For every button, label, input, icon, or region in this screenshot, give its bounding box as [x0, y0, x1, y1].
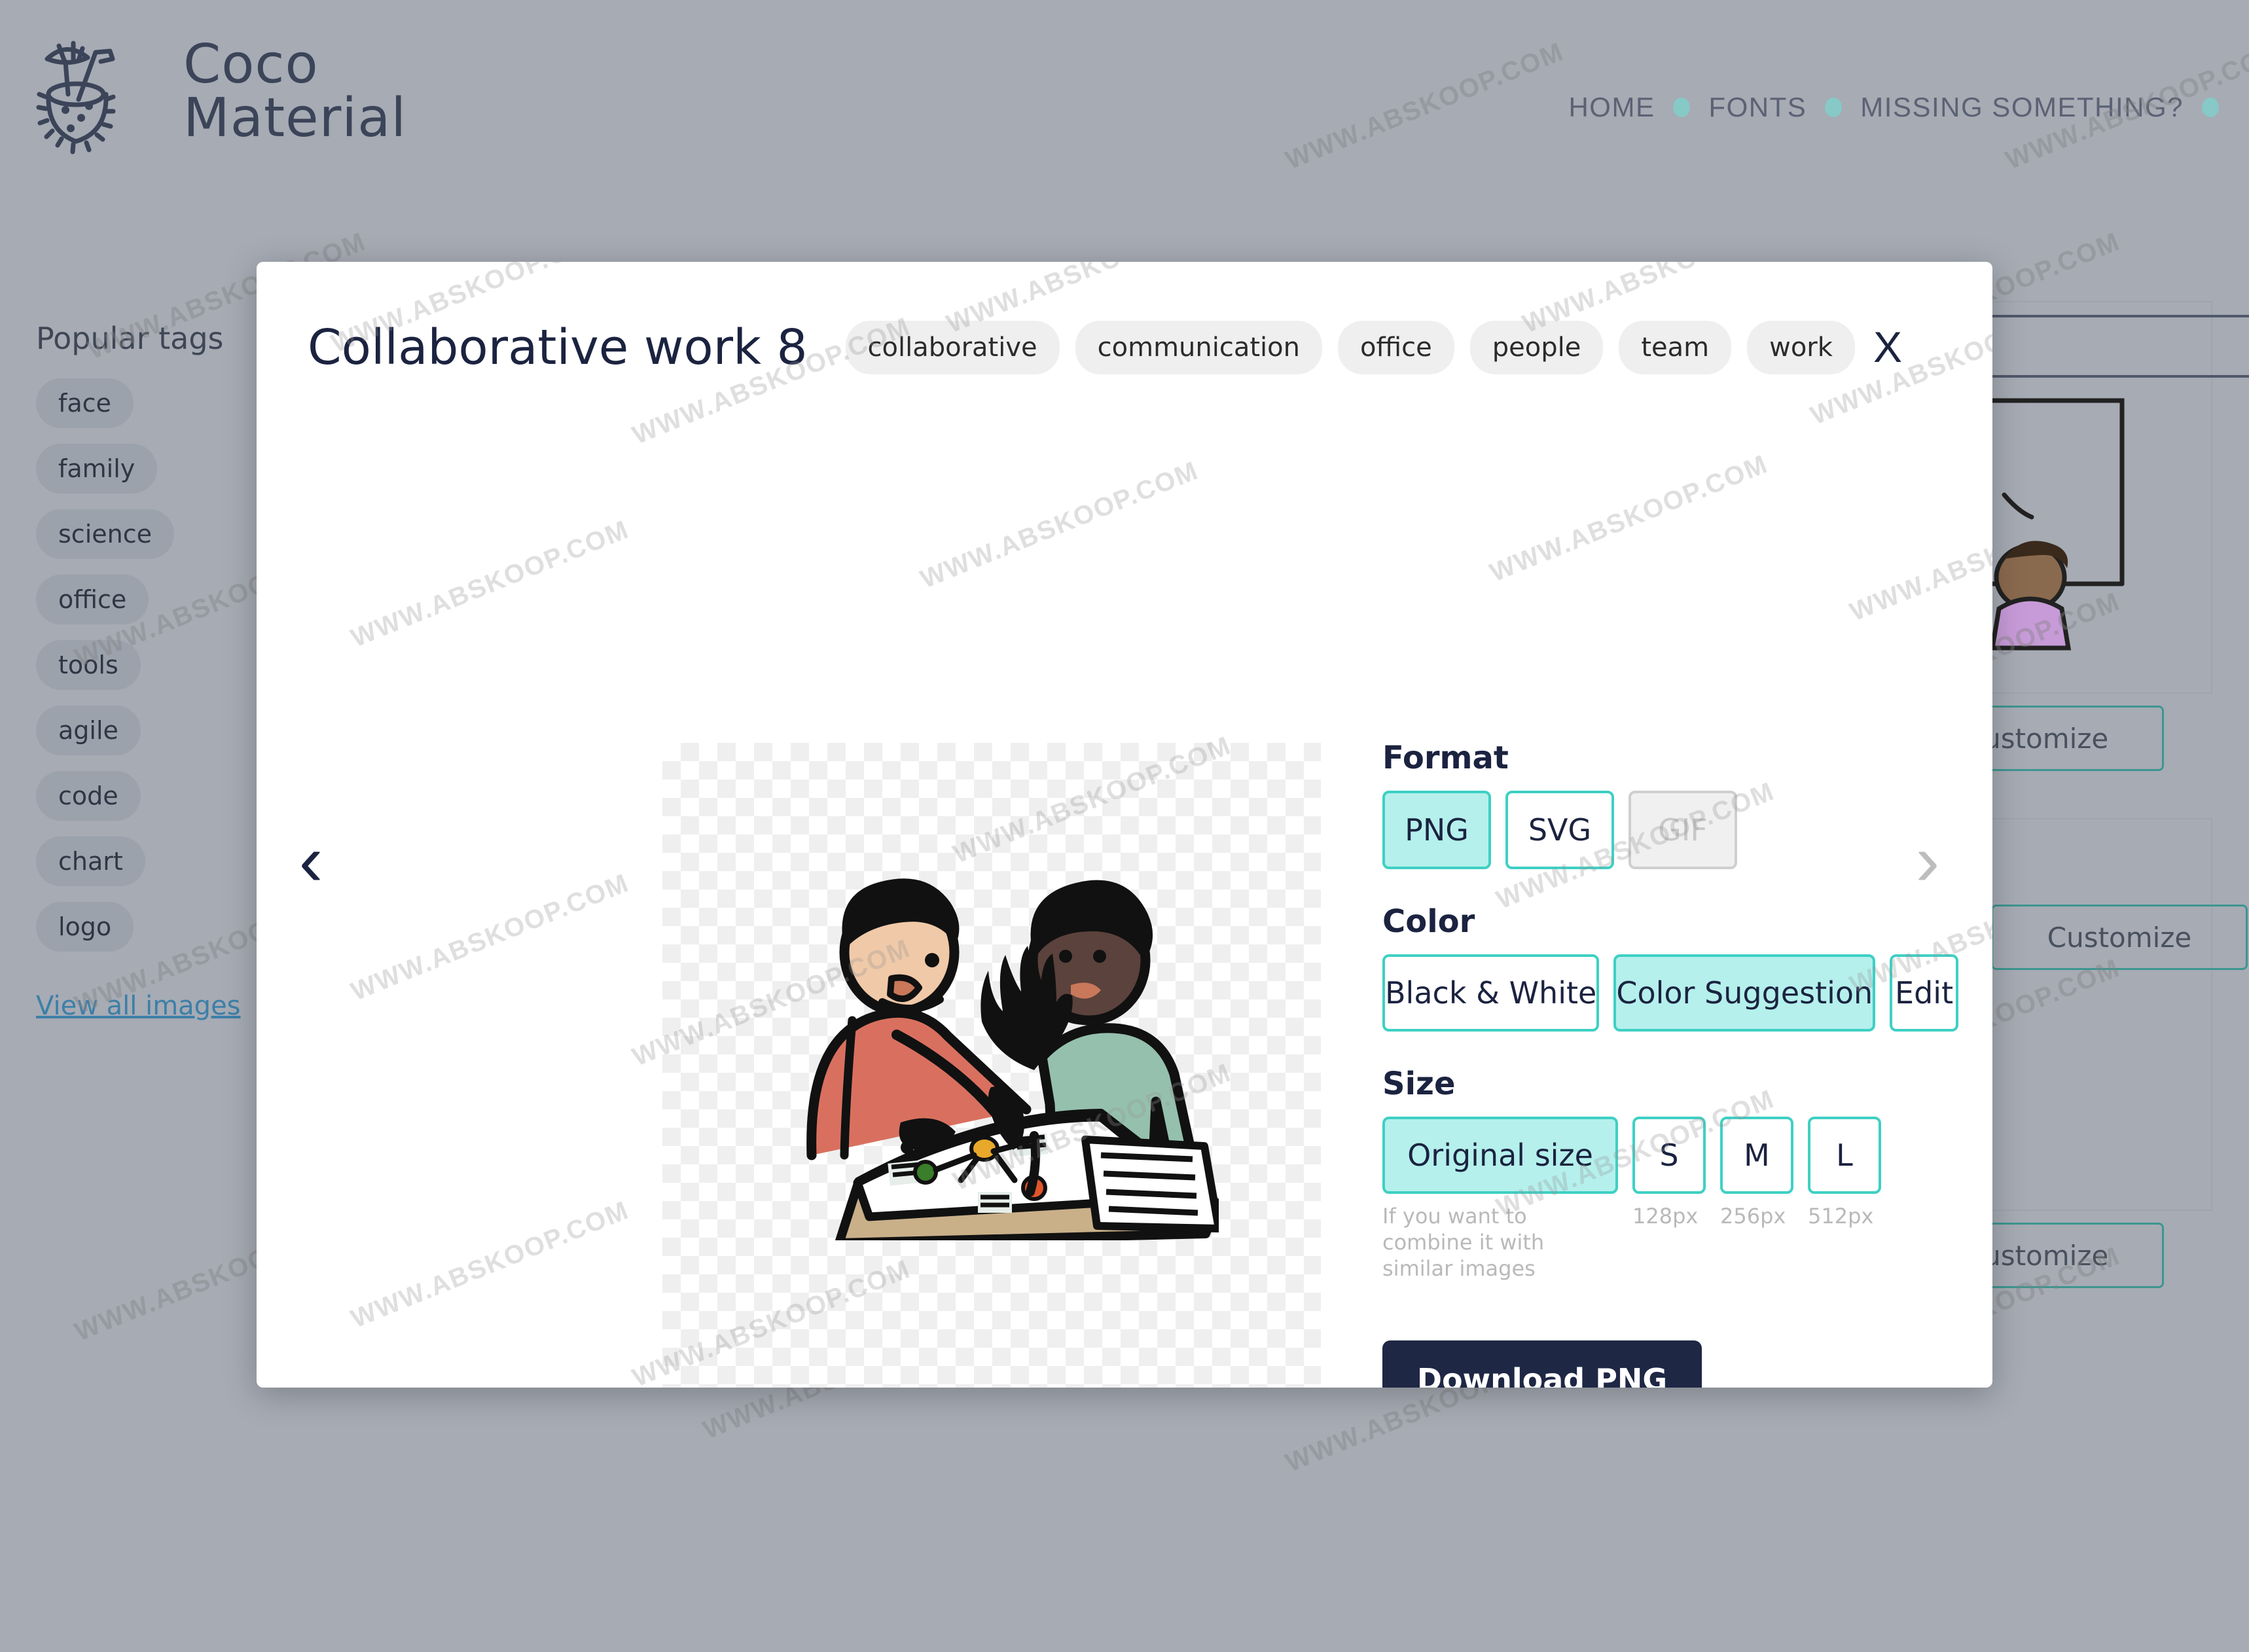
sidebar-tag-office[interactable]: office: [36, 575, 149, 624]
nav-item-missing-something[interactable]: MISSING SOMETHING?: [1846, 92, 2198, 123]
sidebar-tag-item[interactable]: science: [36, 509, 285, 575]
popular-tags-sidebar: Popular tags face family science office …: [36, 321, 285, 1021]
sidebar-tag-chart[interactable]: chart: [36, 836, 145, 886]
modal-tag-collaborative[interactable]: collaborative: [845, 321, 1060, 374]
download-options-panel: Format PNG SVG GIF Color Black & White C…: [1382, 740, 1958, 1388]
sidebar-tag-tools[interactable]: tools: [36, 640, 141, 690]
nav-item-fonts[interactable]: FONTS: [1694, 92, 1821, 123]
brand-logo-link[interactable]: Coco Material: [33, 26, 406, 157]
size-hint-row: If you want to combine it with similar i…: [1382, 1203, 1958, 1282]
format-option-png[interactable]: PNG: [1382, 791, 1491, 869]
color-section-label: Color: [1382, 903, 1475, 940]
image-preview-panel: [662, 743, 1321, 1388]
sidebar-tag-item[interactable]: tools: [36, 640, 285, 706]
format-section-label: Format: [1382, 740, 1509, 776]
format-option-svg[interactable]: SVG: [1505, 791, 1614, 869]
brand-line-1: Coco: [183, 33, 319, 96]
download-png-button[interactable]: Download PNG: [1382, 1340, 1702, 1388]
previous-image-arrow-icon[interactable]: ‹: [275, 821, 347, 900]
sidebar-tag-code[interactable]: code: [36, 771, 141, 821]
collaborative-work-illustration: [761, 874, 1219, 1240]
main-nav: HOME FONTS MISSING SOMETHING?: [1554, 92, 2223, 123]
sidebar-tag-item[interactable]: agile: [36, 706, 285, 771]
size-option-l[interactable]: L: [1808, 1117, 1881, 1194]
size-option-m[interactable]: M: [1720, 1117, 1793, 1194]
sidebar-tag-logo[interactable]: logo: [36, 902, 134, 952]
sidebar-tag-item[interactable]: face: [36, 378, 285, 444]
modal-tag-team[interactable]: team: [1619, 321, 1732, 374]
view-all-images-link[interactable]: View all images: [36, 991, 241, 1021]
modal-tag-work[interactable]: work: [1747, 321, 1855, 374]
size-option-original[interactable]: Original size: [1382, 1117, 1618, 1194]
sidebar-tag-agile[interactable]: agile: [36, 706, 141, 755]
watermark: WWW.ABSKOOP.COM: [1846, 488, 1992, 627]
sidebar-tag-item[interactable]: office: [36, 575, 285, 640]
sidebar-tag-item[interactable]: family: [36, 444, 285, 509]
page-root: Coco Material HOME FONTS MISSING SOMETHI…: [0, 0, 2249, 1652]
nav-separator-dot-icon: [1825, 98, 1843, 117]
size-option-s[interactable]: S: [1632, 1117, 1706, 1194]
size-hint-s: 128px: [1632, 1204, 1699, 1229]
card-customize-button[interactable]: Customize: [1991, 905, 2248, 970]
sidebar-tag-family[interactable]: family: [36, 444, 158, 494]
size-hint-m: 256px: [1720, 1204, 1786, 1229]
sidebar-tag-item[interactable]: chart: [36, 836, 285, 902]
format-option-group: PNG SVG GIF: [1382, 791, 1958, 869]
modal-tag-communication[interactable]: communication: [1075, 321, 1322, 374]
divider-line: [1971, 375, 2249, 378]
nav-separator-dot-icon: [1673, 98, 1691, 117]
size-hint-l: 512px: [1808, 1204, 1874, 1229]
sidebar-tag-item[interactable]: logo: [36, 902, 285, 967]
site-header: Coco Material HOME FONTS MISSING SOMETHI…: [0, 0, 2249, 223]
close-icon[interactable]: X: [1865, 324, 1911, 370]
color-option-edit[interactable]: Edit: [1890, 954, 1958, 1032]
nav-item-home[interactable]: HOME: [1554, 92, 1669, 123]
watermark: WWW.ABSKOOP.COM: [347, 868, 634, 1007]
watermark: WWW.ABSKOOP.COM: [347, 514, 634, 653]
format-option-gif: GIF: [1628, 791, 1737, 869]
brand-line-2: Material: [183, 87, 407, 149]
sidebar-tag-face[interactable]: face: [36, 378, 134, 428]
image-detail-modal: Collaborative work 8 collaborative commu…: [257, 262, 1992, 1388]
sidebar-tag-item[interactable]: code: [36, 771, 285, 836]
size-section-label: Size: [1382, 1066, 1456, 1102]
watermark: WWW.ABSKOOP.COM: [347, 1195, 634, 1334]
size-hint-original: If you want to combine it with similar i…: [1382, 1204, 1545, 1281]
coconut-drink-icon: [33, 26, 164, 157]
modal-tag-list: collaborative communication office peopl…: [845, 321, 1855, 374]
modal-body: Collaborative work 8 collaborative commu…: [257, 262, 1992, 1388]
nav-separator-dot-icon: [2202, 98, 2219, 117]
modal-header: Collaborative work 8 collaborative commu…: [308, 319, 1944, 376]
divider-line: [1971, 315, 2249, 317]
watermark: WWW.ABSKOOP.COM: [916, 456, 1203, 594]
brand-name: Coco Material: [183, 38, 406, 145]
color-option-color-suggestion[interactable]: Color Suggestion: [1613, 954, 1876, 1032]
modal-tag-people[interactable]: people: [1469, 321, 1604, 374]
modal-title: Collaborative work 8: [308, 319, 808, 376]
size-option-group: Original size S M L: [1382, 1117, 1958, 1194]
color-option-black-and-white[interactable]: Black & White: [1382, 954, 1600, 1032]
color-option-group: Black & White Color Suggestion Edit: [1382, 954, 1958, 1032]
watermark: WWW.ABSKOOP.COM: [1486, 449, 1772, 588]
modal-tag-office[interactable]: office: [1337, 321, 1454, 374]
next-image-arrow-icon[interactable]: ›: [1892, 821, 1964, 900]
sidebar-title: Popular tags: [36, 321, 224, 356]
sidebar-tag-science[interactable]: science: [36, 509, 174, 559]
